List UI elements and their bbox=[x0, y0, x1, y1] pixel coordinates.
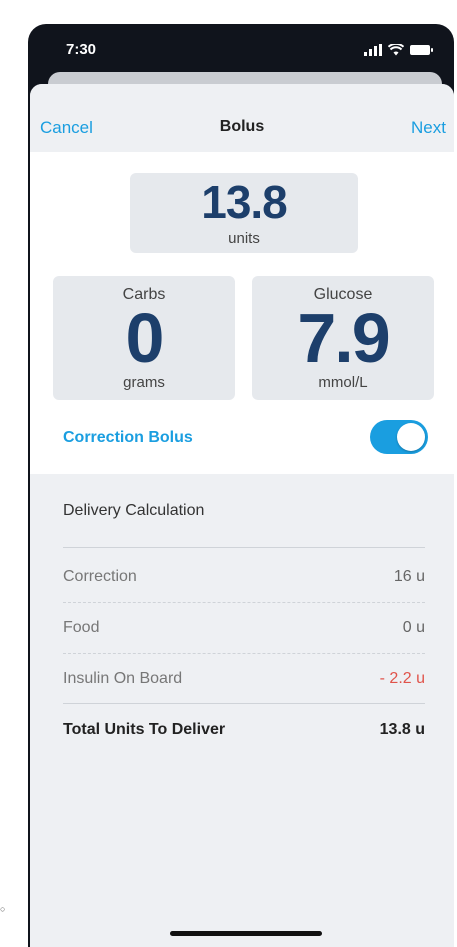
glucose-value: 7.9 bbox=[297, 299, 390, 377]
bolus-sheet: Cancel Bolus Next 13.8 units Carbs 0 gra… bbox=[30, 84, 454, 947]
home-indicator bbox=[170, 931, 322, 936]
phone-frame: 7:30 Cancel Bolus Next 13.8 units Carbs … bbox=[28, 24, 454, 947]
calc-row-correction: Correction 16 u bbox=[63, 568, 425, 594]
divider bbox=[63, 602, 425, 603]
bolus-units-label: units bbox=[228, 230, 260, 247]
calc-row-value: - 2.2 u bbox=[379, 670, 425, 687]
corner-mark-icon: ○ bbox=[0, 904, 6, 914]
calc-row-insulin-on-board: Insulin On Board - 2.2 u bbox=[63, 670, 425, 696]
status-icons bbox=[364, 44, 434, 56]
battery-icon bbox=[410, 45, 433, 55]
wifi-icon bbox=[388, 44, 404, 56]
page-title: Bolus bbox=[219, 118, 265, 135]
calc-row-label: Food bbox=[63, 619, 100, 636]
delivery-calculation-title: Delivery Calculation bbox=[63, 502, 205, 519]
signal-icon bbox=[364, 44, 382, 56]
carbs-card[interactable]: Carbs 0 grams bbox=[53, 276, 235, 400]
toggle-knob bbox=[397, 423, 425, 451]
correction-bolus-toggle[interactable] bbox=[370, 420, 428, 454]
calc-row-value: 0 u bbox=[402, 619, 425, 636]
calc-row-total: Total Units To Deliver 13.8 u bbox=[63, 721, 425, 747]
divider bbox=[63, 547, 425, 548]
total-units-label: Total Units To Deliver bbox=[63, 721, 226, 738]
glucose-unit: mmol/L bbox=[318, 374, 368, 391]
next-button[interactable]: Next bbox=[411, 118, 446, 138]
bolus-units-value: 13.8 bbox=[201, 176, 288, 228]
correction-bolus-label: Correction Bolus bbox=[63, 429, 193, 446]
glucose-card[interactable]: Glucose 7.9 mmol/L bbox=[252, 276, 434, 400]
bolus-entry-area: 13.8 units Carbs 0 grams Glucose 7.9 mmo… bbox=[30, 152, 454, 474]
divider bbox=[63, 653, 425, 654]
calc-row-label: Correction bbox=[63, 568, 137, 585]
carbs-value: 0 bbox=[125, 299, 165, 377]
calc-row-value: 16 u bbox=[393, 568, 425, 585]
status-time: 7:30 bbox=[66, 41, 97, 58]
total-units-value: 13.8 u bbox=[379, 721, 425, 738]
divider bbox=[63, 703, 425, 704]
navigation-bar: Cancel Bolus Next bbox=[30, 84, 454, 152]
bolus-units-card[interactable]: 13.8 units bbox=[130, 173, 358, 253]
calc-row-label: Insulin On Board bbox=[63, 670, 183, 687]
carbs-unit: grams bbox=[123, 374, 165, 391]
calc-row-food: Food 0 u bbox=[63, 619, 425, 645]
